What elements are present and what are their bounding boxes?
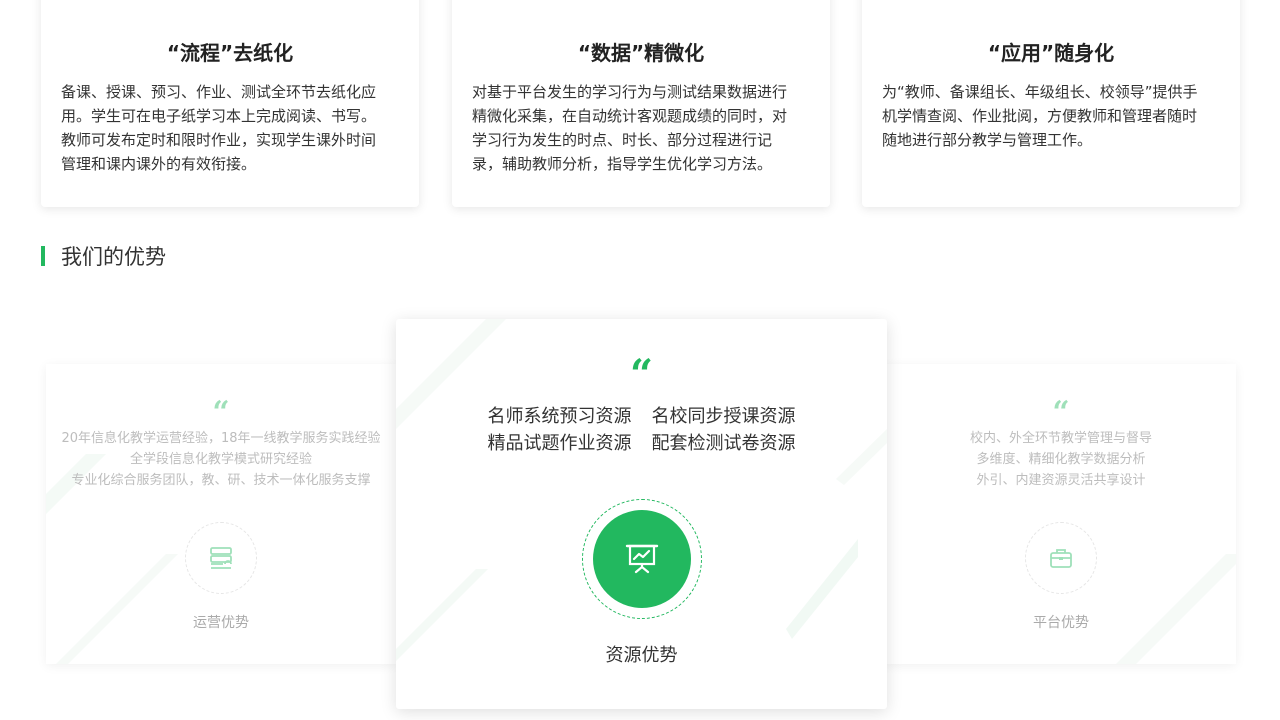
resource-list: 名师系统预习资源 精品试题作业资源 名校同步授课资源 配套检测试卷资源: [396, 403, 887, 457]
advantage-label: 运营优势: [193, 615, 249, 631]
advantage-card-resources[interactable]: “ 名师系统预习资源 精品试题作业资源 名校同步授课资源 配套检测试卷资源 资源…: [396, 319, 887, 709]
briefcase-icon: [1025, 522, 1097, 594]
resource-item: 配套检测试卷资源: [651, 433, 796, 454]
feature-title: “流程”去纸化: [166, 41, 294, 65]
feature-description: 为“教师、备课组长、年级组长、校领导”提供手 机学情查阅、作业批阅，方便教师和管…: [882, 80, 1220, 152]
feature-line: 备课、授课、预习、作业、测试全环节去纸化应: [61, 83, 377, 101]
feature-line: 机学情查阅、作业批阅，方便教师和管理者随时: [882, 107, 1198, 125]
resource-column: 名师系统预习资源 精品试题作业资源: [488, 403, 632, 457]
feature-line: 录，辅助教师分析，指导学生优化学习方法。: [472, 155, 773, 173]
feature-description: 备课、授课、预习、作业、测试全环节去纸化应 用。学生可在电子纸学习本上完成阅读、…: [61, 80, 399, 176]
presentation-chart-icon: [592, 510, 691, 608]
advantage-line: 专业化综合服务团队，教、研、技术一体化服务支撑: [71, 473, 371, 488]
advantage-line: 校内、外全环节教学管理与督导: [969, 431, 1152, 446]
feature-line: 教师可发布定时和限时作业，实现学生课外时间: [61, 131, 377, 149]
advantage-line: 多维度、精细化教学数据分析: [976, 452, 1146, 467]
feature-card-data: “数据”精微化 对基于平台发生的学习行为与测试结果数据进行 精微化采集，在自动统…: [452, 0, 830, 207]
heading-accent-bar: [41, 246, 45, 266]
feature-card-process: “流程”去纸化 备课、授课、预习、作业、测试全环节去纸化应 用。学生可在电子纸学…: [41, 0, 419, 207]
resource-item: 名校同步授课资源: [651, 406, 796, 427]
advantage-card-operations[interactable]: “ 20年信息化教学运营经验，18年一线教学服务实践经验 全学段信息化教学模式研…: [46, 364, 396, 664]
feature-line: 学习行为发生的时点、时长、部分过程进行记: [472, 131, 773, 149]
quote-mark: “: [629, 351, 653, 398]
advantage-line: 外引、内建资源灵活共享设计: [976, 473, 1146, 488]
section-heading: 我们的优势: [41, 243, 166, 269]
quote-mark: “: [212, 395, 230, 430]
section-title: 我们的优势: [61, 245, 166, 269]
advantage-description: 20年信息化教学运营经验，18年一线教学服务实践经验 全学段信息化教学模式研究经…: [46, 428, 396, 491]
resource-item: 精品试题作业资源: [487, 433, 632, 454]
feature-line: 随地进行部分教学与管理工作。: [882, 131, 1093, 149]
advantage-line: 20年信息化教学运营经验，18年一线教学服务实践经验: [61, 431, 381, 446]
resource-item: 名师系统预习资源: [487, 406, 632, 427]
advantage-label: 资源优势: [605, 645, 678, 666]
resource-column: 名校同步授课资源 配套检测试卷资源: [652, 403, 796, 457]
feature-line: 管理和课内课外的有效衔接。: [61, 155, 257, 173]
quote-mark: “: [1052, 395, 1070, 430]
server-icon: [185, 522, 257, 594]
advantage-card-platform[interactable]: “ 校内、外全环节教学管理与督导 多维度、精细化教学数据分析 外引、内建资源灵活…: [886, 364, 1236, 664]
advantage-line: 全学段信息化教学模式研究经验: [129, 452, 312, 467]
feature-line: 精微化采集，在自动统计客观题成绩的同时，对: [472, 107, 788, 125]
advantage-description: 校内、外全环节教学管理与督导 多维度、精细化教学数据分析 外引、内建资源灵活共享…: [886, 428, 1236, 491]
advantage-label: 平台优势: [1033, 615, 1089, 631]
feature-card-application: “应用”随身化 为“教师、备课组长、年级组长、校领导”提供手 机学情查阅、作业批…: [862, 0, 1240, 207]
feature-line: 用。学生可在电子纸学习本上完成阅读、书写。: [61, 107, 377, 125]
icon-ring: [581, 499, 702, 619]
feature-line: 对基于平台发生的学习行为与测试结果数据进行: [472, 83, 788, 101]
feature-title: “数据”精微化: [577, 41, 705, 65]
feature-description: 对基于平台发生的学习行为与测试结果数据进行 精微化采集，在自动统计客观题成绩的同…: [472, 80, 810, 176]
feature-title: “应用”随身化: [987, 41, 1115, 65]
feature-line: 为“教师、备课组长、年级组长、校领导”提供手: [882, 83, 1198, 101]
